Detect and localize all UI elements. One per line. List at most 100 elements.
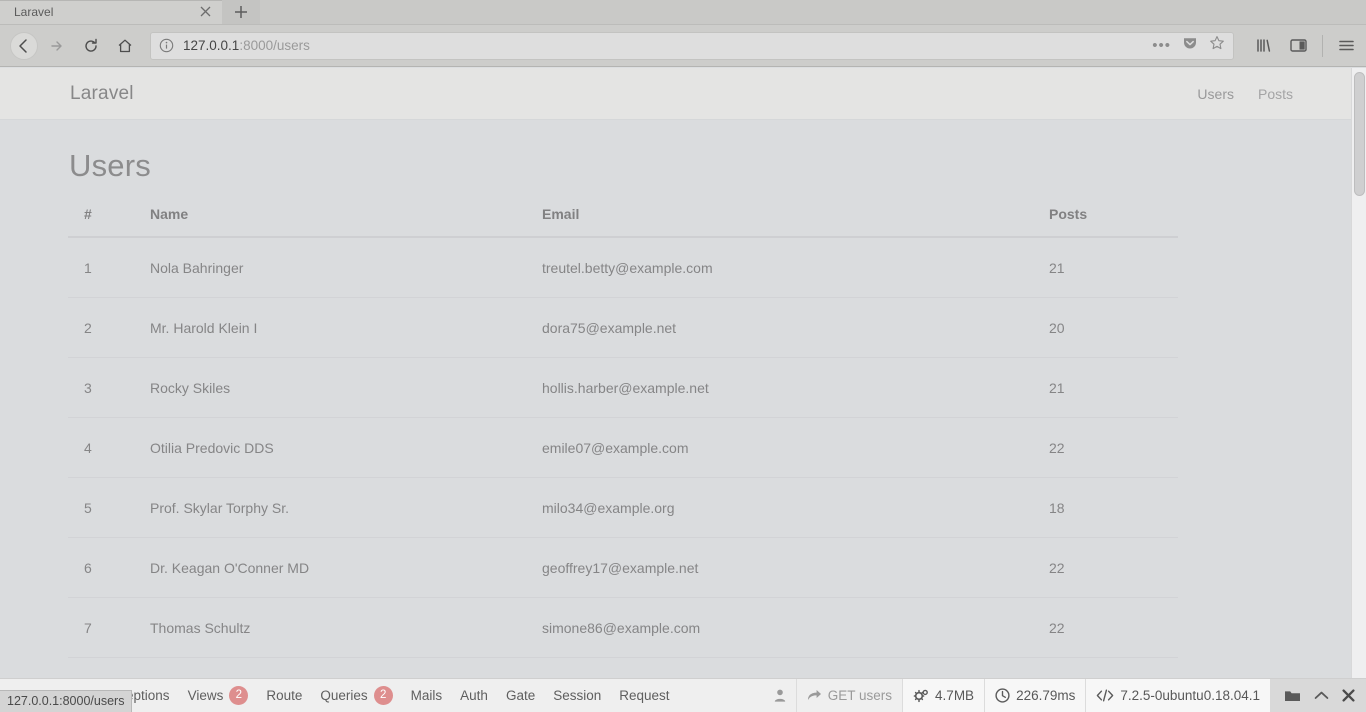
url-domain: 127.0.0.1 (183, 38, 239, 53)
debugbar-tab-label: Mails (411, 688, 443, 703)
cell-user-email: emile07@example.com (542, 418, 1049, 478)
debugbar-time-value: 226.79ms (1016, 688, 1075, 703)
browser-tab-bar: Laravel (0, 0, 1366, 25)
debugbar-tab-badge: 2 (229, 686, 248, 705)
column-header-name: Name (150, 206, 542, 237)
table-row: 3Rocky Skileshollis.harber@example.net21 (68, 358, 1178, 418)
debugbar-controls (1270, 679, 1366, 712)
hamburger-menu-icon[interactable] (1337, 37, 1356, 54)
page-title: Users (68, 148, 1298, 184)
reload-icon[interactable] (76, 31, 106, 61)
debugbar-tab-queries[interactable]: Queries 2 (311, 679, 401, 712)
debugbar-memory-value: 4.7MB (935, 688, 974, 703)
user-icon (774, 689, 786, 702)
browser-window: Laravel 127.0.0.1:8000/users (0, 0, 1366, 712)
cell-user-name: Otilia Predovic DDS (150, 418, 542, 478)
debugbar-tab-label: Route (266, 688, 302, 703)
page-scrollbar-thumb[interactable] (1354, 72, 1365, 196)
debugbar-route[interactable]: GET users (796, 679, 902, 712)
debugbar-tab-gate[interactable]: Gate (497, 679, 544, 712)
debugbar-route-label: GET users (828, 688, 892, 703)
cell-user-email: hollis.harber@example.net (542, 358, 1049, 418)
debugbar-tab-label: Auth (460, 688, 488, 703)
cell-user-id: 4 (68, 418, 150, 478)
laravel-debugbar: TimelineExceptionsViews2RouteQueries2Mai… (0, 678, 1366, 712)
users-table: # Name Email Posts 1Nola Bahringertreute… (68, 206, 1178, 712)
folder-icon[interactable] (1284, 689, 1301, 703)
cell-user-name: Prof. Skylar Torphy Sr. (150, 478, 542, 538)
cell-user-name: Rocky Skiles (150, 358, 542, 418)
info-icon[interactable] (159, 38, 174, 53)
table-header-row: # Name Email Posts (68, 206, 1178, 237)
column-header-id: # (68, 206, 150, 237)
users-table-body: 1Nola Bahringertreutel.betty@example.com… (68, 237, 1178, 712)
site-brand[interactable]: Laravel (70, 83, 134, 105)
debugbar-tab-label: Gate (506, 688, 535, 703)
share-arrow-icon (807, 689, 822, 702)
sidebar-icon[interactable] (1289, 37, 1308, 54)
debugbar-tab-label: Views (188, 688, 224, 703)
chevron-up-icon[interactable] (1314, 690, 1329, 701)
cell-user-name: Nola Bahringer (150, 237, 542, 298)
cell-user-posts: 22 (1049, 598, 1178, 658)
cell-user-posts: 22 (1049, 538, 1178, 598)
page-content: Users # Name Email Posts 1Nola Bahringer… (68, 120, 1298, 712)
star-icon[interactable] (1209, 35, 1225, 56)
debugbar-tab-mails[interactable]: Mails (402, 679, 452, 712)
cell-user-id: 7 (68, 598, 150, 658)
cell-user-posts: 21 (1049, 358, 1178, 418)
arrow-left-icon[interactable] (10, 32, 38, 60)
debugbar-php-version[interactable]: 7.2.5-0ubuntu0.18.04.1 (1085, 679, 1270, 712)
library-icon[interactable] (1256, 37, 1275, 54)
debugbar-tab-label: Session (553, 688, 601, 703)
cell-user-name: Thomas Schultz (150, 598, 542, 658)
cell-user-name: Mr. Harold Klein I (150, 298, 542, 358)
table-row: 4Otilia Predovic DDSemile07@example.com2… (68, 418, 1178, 478)
cell-user-id: 1 (68, 237, 150, 298)
table-row: 7Thomas Schultzsimone86@example.com22 (68, 598, 1178, 658)
debugbar-tab-auth[interactable]: Auth (451, 679, 497, 712)
site-navbar: Laravel Users Posts (0, 68, 1366, 120)
cell-user-posts: 18 (1049, 478, 1178, 538)
debugbar-php-value: 7.2.5-0ubuntu0.18.04.1 (1120, 688, 1260, 703)
toolbar-divider (1322, 35, 1323, 57)
column-header-email: Email (542, 206, 1049, 237)
debugbar-tab-label: Request (619, 688, 669, 703)
cell-user-email: geoffrey17@example.net (542, 538, 1049, 598)
nav-link-posts[interactable]: Posts (1258, 86, 1293, 102)
debugbar-tab-session[interactable]: Session (544, 679, 610, 712)
pocket-icon[interactable] (1182, 35, 1198, 56)
table-row: 1Nola Bahringertreutel.betty@example.com… (68, 237, 1178, 298)
cell-user-id: 6 (68, 538, 150, 598)
debugbar-tab-views[interactable]: Views 2 (179, 679, 258, 712)
url-path: :8000/users (239, 38, 310, 53)
url-bar[interactable]: 127.0.0.1:8000/users ••• (150, 32, 1234, 60)
table-row: 6Dr. Keagan O'Conner MDgeoffrey17@exampl… (68, 538, 1178, 598)
gears-icon (913, 689, 929, 703)
cell-user-id: 3 (68, 358, 150, 418)
url-input[interactable]: 127.0.0.1:8000/users (183, 38, 1152, 53)
debugbar-time[interactable]: 226.79ms (984, 679, 1085, 712)
column-header-posts: Posts (1049, 206, 1178, 237)
close-x-icon[interactable] (1342, 689, 1355, 702)
cell-user-posts: 20 (1049, 298, 1178, 358)
plus-icon[interactable] (222, 0, 260, 24)
debugbar-memory[interactable]: 4.7MB (902, 679, 984, 712)
table-row: 5Prof. Skylar Torphy Sr.milo34@example.o… (68, 478, 1178, 538)
home-icon[interactable] (110, 31, 140, 61)
page-scrollbar[interactable] (1351, 68, 1366, 712)
debugbar-tab-route[interactable]: Route (257, 679, 311, 712)
debugbar-tab-badge: 2 (374, 686, 393, 705)
close-icon[interactable] (196, 3, 214, 21)
browser-tab[interactable]: Laravel (0, 0, 222, 24)
debugbar-tab-request[interactable]: Request (610, 679, 678, 712)
cell-user-posts: 22 (1049, 418, 1178, 478)
debugbar-user[interactable] (764, 679, 796, 712)
site-nav-links: Users Posts (1197, 86, 1298, 102)
debugbar-tab-label: Queries (320, 688, 367, 703)
cell-user-email: simone86@example.com (542, 598, 1049, 658)
nav-link-users[interactable]: Users (1197, 86, 1234, 102)
table-row: 2Mr. Harold Klein Idora75@example.net20 (68, 298, 1178, 358)
tab-title: Laravel (14, 5, 196, 19)
ellipsis-icon[interactable]: ••• (1152, 38, 1171, 53)
